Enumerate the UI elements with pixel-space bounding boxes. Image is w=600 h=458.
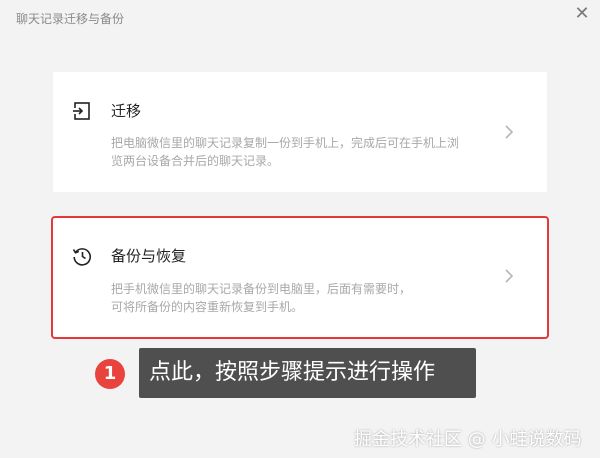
close-icon[interactable]: ✕ [572, 4, 592, 24]
migration-backup-window: 聊天记录迁移与备份 ✕ 迁移 把电脑微信里的聊天记录复制一份到手机上，完成后可在… [0, 0, 600, 458]
step-number-badge: 1 [95, 359, 125, 389]
backup-restore-title: 备份与恢复 [111, 247, 187, 265]
migrate-title: 迁移 [111, 102, 142, 120]
history-icon [72, 248, 91, 266]
watermark: 掘金技术社区 @ 小蛙说数码 [354, 429, 582, 450]
backup-restore-description: 把手机微信里的聊天记录备份到电脑里，后面有需要时， 可将所备份的内容重新恢复到手… [111, 282, 412, 314]
migrate-option-card[interactable]: 迁移 把电脑微信里的聊天记录复制一份到手机上，完成后可在手机上浏 览两台设备合并… [53, 72, 547, 192]
window-title: 聊天记录迁移与备份 [16, 12, 125, 26]
migrate-icon [73, 102, 90, 120]
chevron-right-icon [505, 269, 514, 283]
chevron-right-icon [505, 125, 514, 139]
migrate-description: 把电脑微信里的聊天记录复制一份到手机上，完成后可在手机上浏 览两台设备合并后的聊… [111, 136, 460, 168]
backup-restore-option-card[interactable]: 备份与恢复 把手机微信里的聊天记录备份到电脑里，后面有需要时， 可将所备份的内容… [51, 216, 549, 339]
instruction-tooltip: 点此，按照步骤提示进行操作 [139, 348, 476, 398]
